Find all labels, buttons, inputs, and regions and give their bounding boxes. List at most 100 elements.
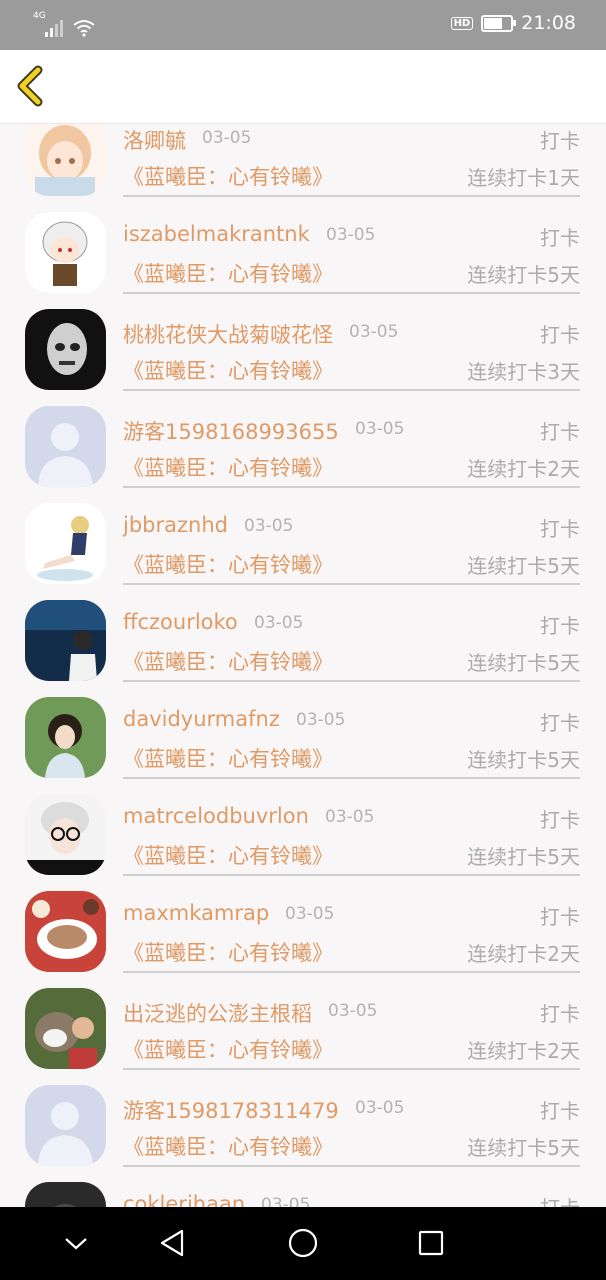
avatar[interactable]: [25, 891, 106, 972]
list-item[interactable]: 游客1598178311479 03-05 打卡 《蓝曦臣：心有铃曦》 连续打卡5天: [0, 1075, 606, 1172]
list-item[interactable]: 洛卿毓 03-05 打卡《蓝曦臣：心有铃曦》 连续打卡1天: [0, 124, 606, 202]
user-name: jbbraznhd: [123, 513, 228, 537]
user-name: 出泛逃的公澎主根稻: [123, 1002, 312, 1026]
checkin-action: 打卡: [540, 905, 580, 929]
checkin-date: 03-05: [202, 128, 252, 148]
avatar[interactable]: [25, 212, 106, 293]
avatar[interactable]: [25, 406, 106, 487]
list-item[interactable]: iszabelmakrantnk 03-05 打卡 《蓝曦臣：心有铃曦》 连续打卡5天: [0, 202, 606, 299]
hd-badge: HD: [450, 16, 474, 30]
row-divider: [123, 583, 580, 585]
streak-count: 连续打卡2天: [467, 1039, 580, 1063]
battery-icon: [481, 14, 517, 32]
checkin-action: 打卡: [540, 1192, 580, 1207]
checkin-list[interactable]: 洛卿毓 03-05 打卡 《蓝曦臣：心有铃曦》 连续打卡1天 iszabelmakrant…: [0, 124, 606, 1207]
checkin-action: 打卡: [540, 129, 580, 153]
status-right: HD 21:08: [450, 12, 576, 34]
checkin-action: 打卡: [540, 1099, 580, 1123]
user-name: maxmkamrap: [123, 901, 270, 925]
streak-count: 连续打卡5天: [467, 845, 580, 869]
wifi-icon: [73, 20, 95, 37]
list-item[interactable]: 游客1598168993655 03-05 打卡 《蓝曦臣：心有铃曦》 连续打卡2天: [0, 396, 606, 493]
book-title: 《蓝曦臣：心有铃曦》: [123, 1135, 333, 1159]
avatar[interactable]: [25, 1182, 106, 1207]
signal-group: 4G: [33, 11, 95, 37]
streak-count: 连续打卡1天: [467, 166, 580, 190]
checkin-action: 打卡: [540, 420, 580, 444]
book-title: 《蓝曦臣：心有铃曦》: [123, 844, 333, 868]
list-item[interactable]: matrcelodbuvrlon 03-05 打卡《蓝曦臣：心有铃曦》 连续打卡5天: [0, 784, 606, 881]
book-title: 《蓝曦臣：心有铃曦》: [123, 650, 333, 674]
nav-back-button[interactable]: [155, 1225, 191, 1261]
home-circle-icon: [288, 1228, 318, 1258]
checkin-action: 打卡: [540, 323, 580, 347]
row-divider: [123, 680, 580, 682]
recents-square-icon: [418, 1230, 444, 1256]
checkin-action: 打卡: [540, 808, 580, 832]
checkin-action: 打卡: [540, 711, 580, 735]
row-divider: [123, 195, 580, 197]
checkin-action: 打卡: [540, 614, 580, 638]
checkin-date: 03-05: [285, 904, 335, 924]
book-title: 《蓝曦臣：心有铃曦》: [123, 941, 333, 965]
checkin-date: 03-05: [296, 710, 346, 730]
row-divider: [123, 971, 580, 973]
avatar[interactable]: [25, 600, 106, 681]
user-name: 桃桃花侠大战菊啵花怪: [123, 323, 333, 347]
list-item[interactable]: 出泛逃的公澎主根稻 03-05 打卡《蓝曦臣：心有铃曦》 连续打卡2天: [0, 978, 606, 1075]
row-divider: [123, 389, 580, 391]
list-item[interactable]: ffczourloko 03-05 打卡《蓝曦臣：心有铃曦》 连续打卡5天: [0, 590, 606, 687]
avatar[interactable]: [25, 697, 106, 778]
avatar[interactable]: [25, 309, 106, 390]
streak-count: 连续打卡3天: [467, 360, 580, 384]
user-name: 游客1598178311479: [123, 1099, 339, 1123]
row-divider: [123, 1165, 580, 1167]
user-name: iszabelmakrantnk: [123, 222, 310, 246]
nav-recents-button[interactable]: [413, 1225, 449, 1261]
list-item[interactable]: coklerihaan03-05打卡《蓝曦臣：心有铃曦》连续打卡5天: [0, 1172, 606, 1207]
row-divider: [123, 874, 580, 876]
list-item[interactable]: davidyurmafnz 03-05 打卡《蓝曦臣：心有铃曦》 连续打卡5天: [0, 687, 606, 784]
user-name: 洛卿毓: [123, 129, 186, 153]
list-item[interactable]: jbbraznhd 03-05 打卡 《蓝曦臣：心有铃曦》 连续打卡5天: [0, 493, 606, 590]
book-title: 《蓝曦臣：心有铃曦》: [123, 1038, 333, 1062]
user-name: 游客1598168993655: [123, 420, 339, 444]
checkin-date: 03-05: [254, 613, 304, 633]
nav-home-button[interactable]: [285, 1225, 321, 1261]
avatar[interactable]: [25, 794, 106, 875]
list-item[interactable]: 桃桃花侠大战菊啵花怪 03-05 打卡《蓝曦臣：心有铃曦》 连续打卡3天: [0, 299, 606, 396]
network-type: 4G: [33, 11, 46, 21]
book-title: 《蓝曦臣：心有铃曦》: [123, 553, 333, 577]
row-divider: [123, 1068, 580, 1070]
checkin-date: 03-05: [355, 419, 405, 439]
avatar[interactable]: [25, 124, 106, 196]
streak-count: 连续打卡2天: [467, 942, 580, 966]
status-bar: 4G HD 21:08: [0, 0, 606, 50]
checkin-action: 打卡: [540, 1002, 580, 1026]
streak-count: 连续打卡5天: [467, 748, 580, 772]
streak-count: 连续打卡5天: [467, 651, 580, 675]
book-title: 《蓝曦臣：心有铃曦》: [123, 359, 333, 383]
collapse-button[interactable]: [58, 1225, 94, 1261]
back-button[interactable]: [12, 64, 52, 108]
collapse-chevron-icon: [65, 1238, 87, 1250]
avatar[interactable]: [25, 1085, 106, 1166]
signal-icon: [45, 20, 63, 37]
book-title: 《蓝曦臣：心有铃曦》: [123, 747, 333, 771]
checkin-date: 03-05: [325, 807, 375, 827]
checkin-date: 03-05: [326, 225, 376, 245]
user-name: coklerihaan: [123, 1192, 246, 1207]
checkin-date: 03-05: [349, 322, 399, 342]
checkin-action: 打卡: [540, 517, 580, 541]
checkin-date: 03-05: [261, 1195, 311, 1207]
checkin-date: 03-05: [328, 1001, 378, 1021]
row-divider: [123, 486, 580, 488]
user-name: ffczourloko: [123, 610, 238, 634]
user-name: matrcelodbuvrlon: [123, 804, 309, 828]
avatar[interactable]: [25, 988, 106, 1069]
book-title: 《蓝曦臣：心有铃曦》: [123, 165, 333, 189]
avatar[interactable]: [25, 503, 106, 584]
back-chevron-icon: [17, 65, 43, 107]
list-item[interactable]: maxmkamrap 03-05 打卡《蓝曦臣：心有铃曦》 连续打卡2天: [0, 881, 606, 978]
user-name: davidyurmafnz: [123, 707, 280, 731]
